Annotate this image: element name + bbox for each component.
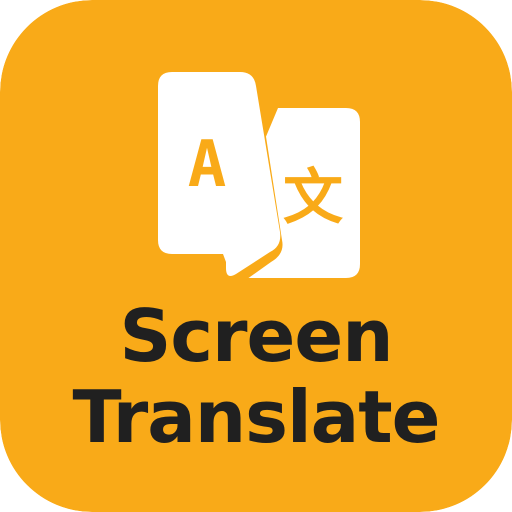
source-letter: A [188,128,227,202]
app-title-line-2: Translate [72,375,441,459]
app-icon[interactable]: A 文 Screen Translate [0,0,512,512]
target-letter: 文 [283,163,343,233]
app-title-line-1: Screen [119,294,394,378]
